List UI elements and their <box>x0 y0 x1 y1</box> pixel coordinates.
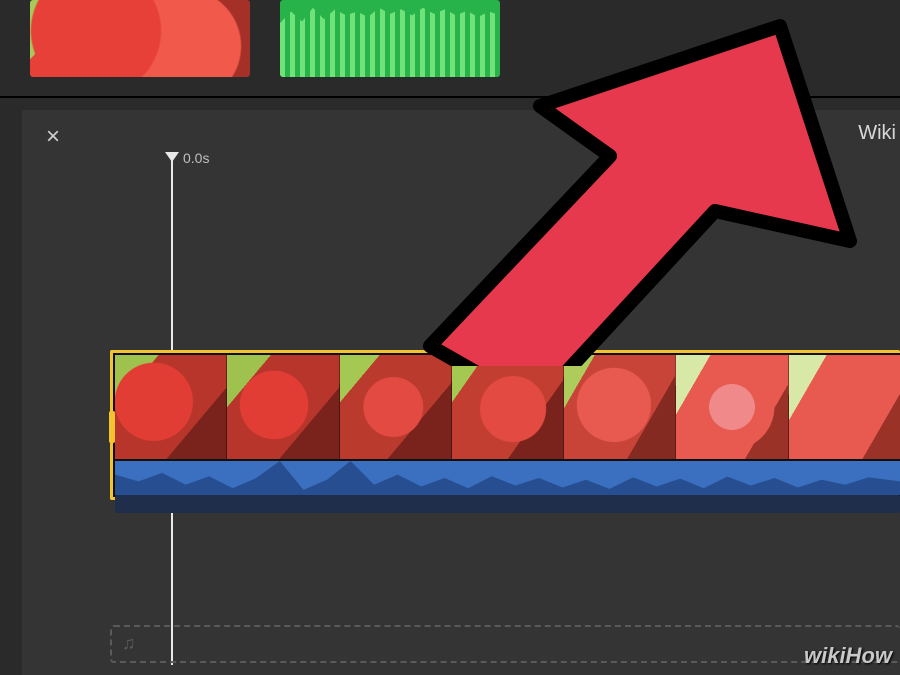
video-clip-selected[interactable] <box>110 350 900 500</box>
divider <box>0 96 900 98</box>
background-music-track[interactable]: ♫ <box>110 625 900 663</box>
project-title: Wiki <box>858 122 900 145</box>
media-thumb-green-waveform[interactable] <box>280 0 500 77</box>
clip-filmstrip <box>115 355 900 459</box>
clip-frame <box>115 355 226 459</box>
close-icon: × <box>46 123 60 151</box>
close-button[interactable]: × <box>40 124 66 150</box>
clip-frame <box>451 355 563 459</box>
playhead-marker-icon <box>165 152 179 162</box>
timeline-panel: × Wiki 0.0s ♫ <box>22 110 900 675</box>
waveform-icon <box>115 461 900 495</box>
media-thumb-strawberry[interactable] <box>30 0 250 77</box>
watermark: wikiHow <box>804 643 892 669</box>
clip-audio-waveform[interactable] <box>115 461 900 495</box>
clip-frame <box>226 355 338 459</box>
media-browser-row <box>0 0 900 85</box>
clip-frame <box>675 355 787 459</box>
playhead-time-label: 0.0s <box>183 150 209 166</box>
video-editor-screenshot: × Wiki 0.0s ♫ <box>0 0 900 675</box>
clip-frame <box>563 355 675 459</box>
clip-frame <box>788 355 900 459</box>
clip-frame <box>339 355 451 459</box>
detached-audio-shadow <box>115 495 900 513</box>
music-note-icon: ♫ <box>122 633 136 654</box>
